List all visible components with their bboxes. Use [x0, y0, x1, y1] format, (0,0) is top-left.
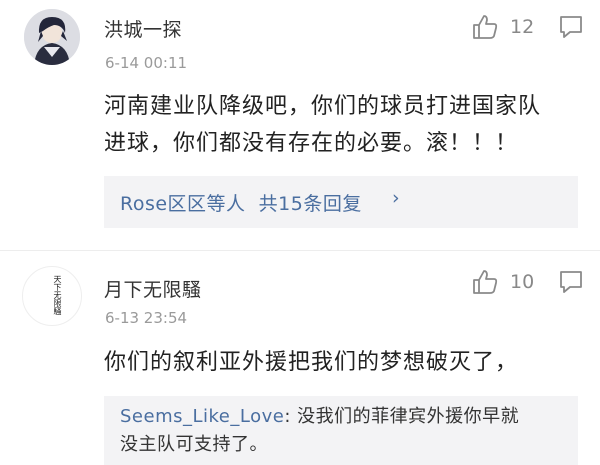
reply-separator: : [284, 406, 298, 427]
avatar[interactable]: 天下无限騷 [22, 266, 82, 326]
comment-bubble-icon[interactable] [558, 270, 584, 294]
thumbs-up-icon[interactable] [472, 14, 498, 40]
avatar-calligraphy: 天下无限騷 [53, 275, 62, 315]
comment-text-line: 河南建业队降级吧，你们的球员打进国家队 [104, 94, 542, 119]
reply-preview-box[interactable]: Seems_Like_Love: 没我们的菲律宾外援你早就 没主队可支持了。 [104, 396, 578, 465]
comment-bubble-icon[interactable] [558, 15, 584, 39]
username[interactable]: 洪城一探 [104, 15, 182, 42]
timestamp: 6-14 00:11 [105, 54, 188, 72]
replies-summary-link[interactable]: Rose区区等人 共15条回复 [120, 189, 362, 216]
thumbs-up-icon[interactable] [472, 269, 498, 295]
comment-text-line: 你们的叙利亚外援把我们的梦想破灭了， [104, 350, 519, 375]
like-count: 10 [510, 271, 535, 293]
like-count: 12 [510, 16, 535, 38]
reply-preview-line: 没主队可支持了。 [120, 431, 268, 459]
reply-text: 没我们的菲律宾外援你早就 [297, 406, 520, 427]
chevron-right-icon: › [392, 187, 400, 209]
avatar[interactable] [24, 9, 80, 65]
username[interactable]: 月下无限騷 [104, 275, 202, 302]
comment-text-line: 进球，你们都没有存在的必要。滚！！！ [104, 131, 519, 156]
comment-text: 河南建业队降级吧，你们的球员打进国家队 进球，你们都没有存在的必要。滚！！！ [104, 88, 584, 162]
reply-author-link[interactable]: Seems_Like_Love [120, 406, 284, 427]
comment-text: 你们的叙利亚外援把我们的梦想破灭了， [104, 344, 584, 381]
timestamp: 6-13 23:54 [105, 309, 188, 327]
comment-item: 洪城一探 6-14 00:11 12 河南建业队降级吧，你们的球员打进国家队 进… [0, 0, 600, 240]
reply-text: 没主队可支持了。 [120, 434, 268, 455]
reply-preview-line: Seems_Like_Love: 没我们的菲律宾外援你早就 [120, 403, 519, 431]
comment-item: 天下无限騷 月下无限騷 6-13 23:54 10 你们的叙利亚外援把我们的梦想… [0, 250, 600, 465]
replies-summary-box[interactable]: Rose区区等人 共15条回复 › [104, 176, 578, 228]
